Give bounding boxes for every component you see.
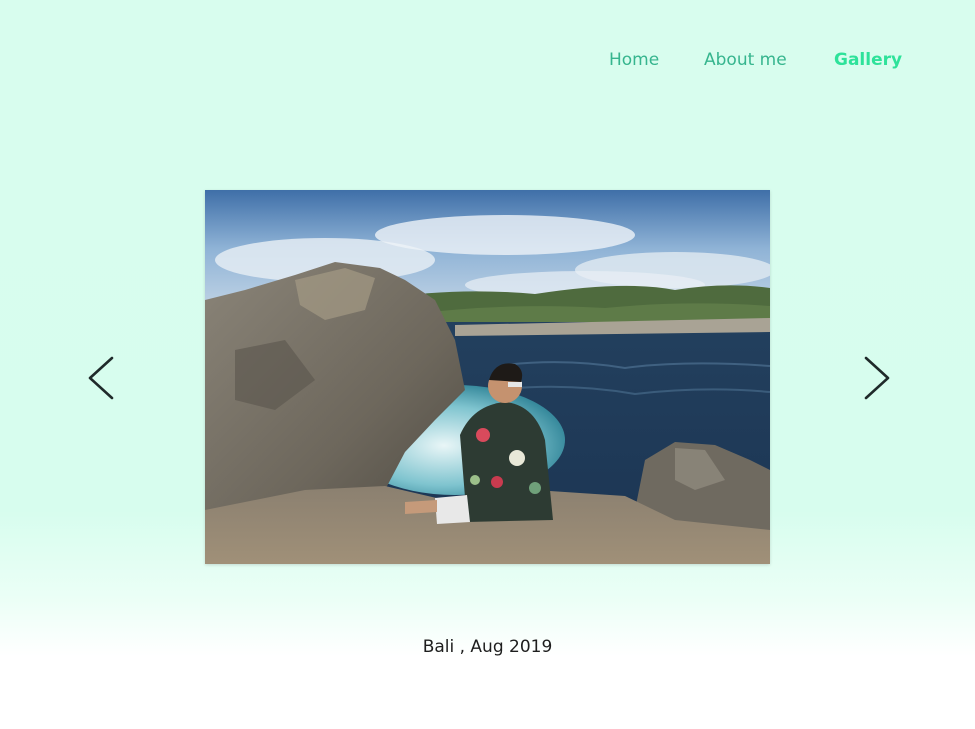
next-photo-button[interactable]: [860, 354, 894, 402]
gallery-photo: [205, 190, 770, 564]
nav-gallery-link[interactable]: Gallery: [834, 50, 902, 70]
nav-about-link[interactable]: About me: [704, 50, 787, 70]
previous-photo-button[interactable]: [84, 354, 118, 402]
chevron-right-icon: [864, 356, 890, 400]
photo-caption: Bali , Aug 2019: [422, 637, 553, 657]
nav-home-link[interactable]: Home: [609, 50, 659, 70]
chevron-left-icon: [88, 356, 114, 400]
photo-image: [205, 190, 770, 564]
top-nav: Home About me Gallery: [0, 46, 975, 76]
